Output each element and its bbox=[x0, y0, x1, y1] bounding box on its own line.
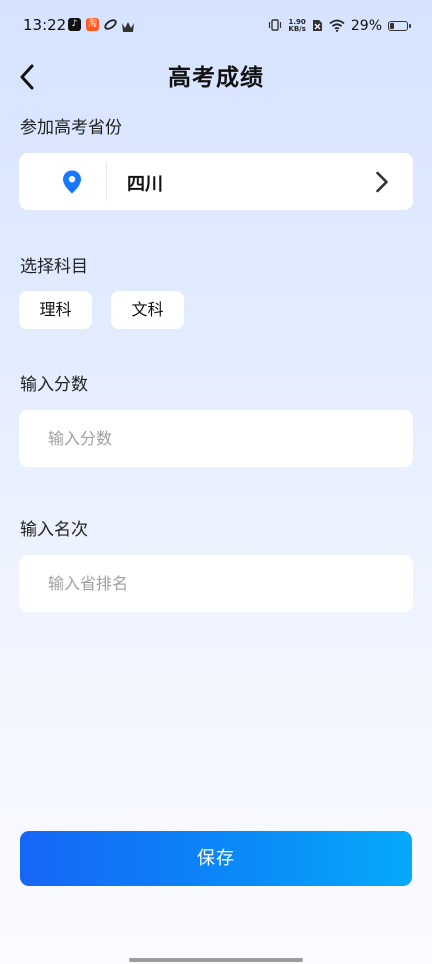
province-selector[interactable]: 四川 bbox=[19, 153, 413, 210]
net-speed: 1.90 KB/s bbox=[288, 19, 305, 33]
subject-option-arts[interactable]: 文科 bbox=[111, 291, 184, 329]
vibrate-icon bbox=[268, 17, 282, 36]
province-value: 四川 bbox=[127, 174, 163, 195]
battery-icon bbox=[388, 21, 411, 31]
status-bar: 13:22 ♪ 淘 1.90 KB/s 29% bbox=[0, 0, 432, 52]
chevron-right-icon bbox=[376, 171, 388, 193]
wifi-icon bbox=[329, 17, 345, 36]
battery-level-fill bbox=[390, 23, 394, 29]
page-title: 高考成绩 bbox=[168, 65, 264, 91]
no-sim-icon bbox=[312, 17, 323, 36]
taobao-icon: 淘 bbox=[86, 18, 99, 31]
rank-label: 输入名次 bbox=[20, 520, 88, 540]
score-input[interactable] bbox=[48, 410, 388, 467]
score-label: 输入分数 bbox=[20, 375, 88, 395]
subject-label: 选择科目 bbox=[20, 257, 88, 277]
status-time: 13:22 bbox=[23, 16, 67, 34]
net-speed-unit: KB/s bbox=[288, 25, 306, 33]
location-pin-icon bbox=[63, 170, 81, 194]
home-indicator[interactable] bbox=[129, 958, 303, 962]
rank-field-container bbox=[19, 555, 413, 612]
link-app-icon bbox=[103, 17, 118, 32]
battery-percent: 29% bbox=[350, 18, 382, 34]
tiktok-icon: ♪ bbox=[68, 18, 81, 31]
rank-input[interactable] bbox=[48, 555, 388, 612]
province-divider bbox=[106, 162, 107, 201]
score-field-container bbox=[19, 410, 413, 467]
province-label: 参加高考省份 bbox=[20, 118, 122, 138]
crown-icon bbox=[121, 18, 135, 32]
subject-option-science[interactable]: 理科 bbox=[19, 291, 92, 329]
save-button[interactable]: 保存 bbox=[20, 831, 412, 886]
